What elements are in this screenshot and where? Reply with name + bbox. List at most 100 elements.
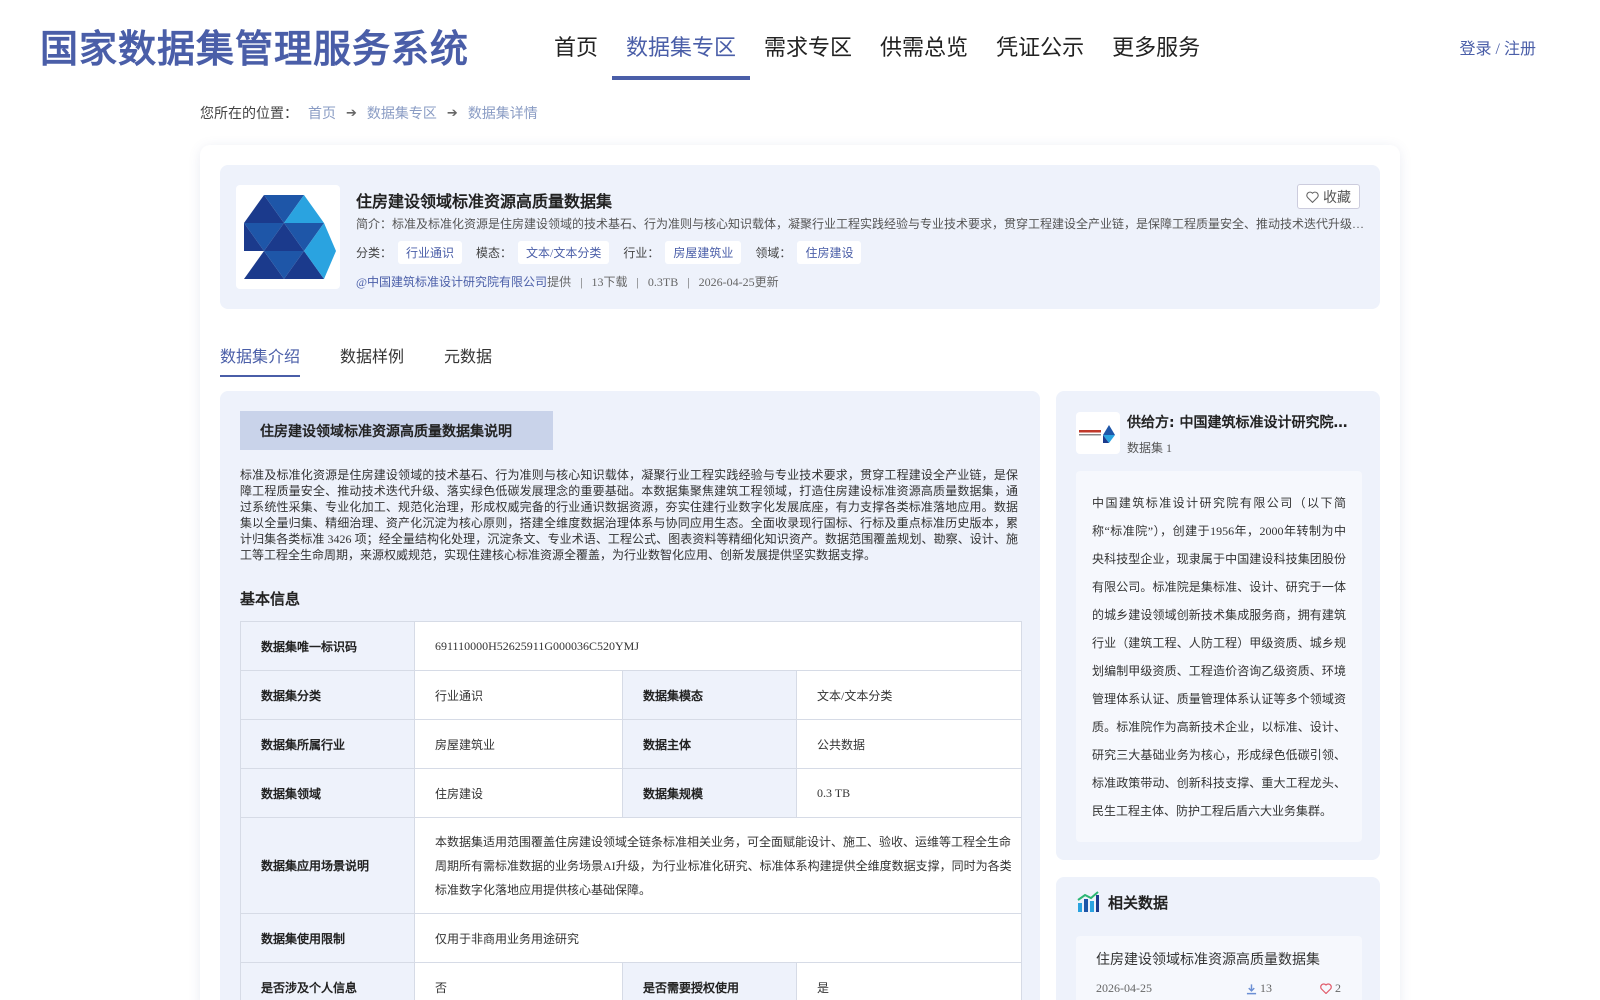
related-item[interactable]: 住房建设领域标准资源高质量数据集 2026-04-25 13 2 bbox=[1076, 936, 1362, 1000]
triangle-logo-icon bbox=[244, 195, 336, 279]
related-like-count: 2 bbox=[1335, 981, 1341, 995]
dataset-summary: 住房建设领域标准资源高质量数据集 简介：标准及标准化资源是住房建设领域的技术基石… bbox=[220, 165, 1380, 309]
main-nav: 首页 数据集专区 需求专区 供需总览 凭证公示 更多服务 bbox=[540, 26, 1214, 80]
field-label: 数据集规模 bbox=[622, 768, 797, 818]
section-title: 住房建设领域标准资源高质量数据集说明 bbox=[240, 411, 553, 450]
field-label: 是否涉及个人信息 bbox=[240, 962, 415, 1000]
field-value: 仅用于非商用业务用途研究 bbox=[414, 913, 1022, 963]
nav-certificates[interactable]: 凭证公示 bbox=[982, 26, 1098, 80]
field-label: 数据集所属行业 bbox=[240, 719, 415, 769]
provider-name[interactable]: 供给方: 中国建筑标准设计研究院有限公司 bbox=[1127, 412, 1361, 432]
related-title: 相关数据 bbox=[1108, 893, 1169, 912]
table-row: 数据集领域 住房建设 数据集规模 0.3 TB bbox=[240, 768, 1022, 818]
favorite-button[interactable]: 收藏 bbox=[1297, 184, 1360, 209]
field-label: 数据集应用场景说明 bbox=[240, 817, 415, 914]
nav-more-services[interactable]: 更多服务 bbox=[1098, 26, 1214, 80]
nav-home[interactable]: 首页 bbox=[540, 26, 612, 80]
related-download-count: 13 bbox=[1260, 981, 1272, 995]
introduction-text: 标准及标准化资源是住房建设领域的技术基石、行为准则与核心知识载体，凝聚行业工程实… bbox=[240, 468, 1018, 562]
site-title[interactable]: 国家数据集管理服务系统 bbox=[40, 18, 469, 73]
nav-overview[interactable]: 供需总览 bbox=[866, 26, 982, 80]
table-row: 数据集所属行业 房屋建筑业 数据主体 公共数据 bbox=[240, 719, 1022, 769]
related-data-card: 相关数据 住房建设领域标准资源高质量数据集 2026-04-25 13 2 bbox=[1056, 877, 1380, 1000]
heart-icon bbox=[1306, 191, 1319, 203]
update-date: 2026-04-25更新 bbox=[698, 275, 779, 289]
introduction-panel: 住房建设领域标准资源高质量数据集说明 标准及标准化资源是住房建设领域的技术基石、… bbox=[220, 391, 1040, 1000]
provider-link[interactable]: @中国建筑标准设计研究院有限公司 bbox=[356, 275, 547, 289]
field-label: 数据集使用限制 bbox=[240, 913, 415, 963]
field-value: 本数据集适用范围覆盖住房建设领域全链条标准相关业务，可全面赋能设计、施工、验收、… bbox=[414, 817, 1022, 914]
tag-label-category: 分类： bbox=[356, 246, 393, 260]
tag-domain[interactable]: 住房建设 bbox=[797, 241, 862, 264]
download-icon bbox=[1246, 983, 1257, 994]
field-label: 是否需要授权使用 bbox=[622, 962, 797, 1000]
breadcrumb: 您所在的位置： 首页 ➔ 数据集专区 ➔ 数据集详情 bbox=[200, 103, 538, 123]
tag-label-modality: 模态： bbox=[476, 246, 513, 260]
related-item-likes: 2 bbox=[1320, 981, 1341, 996]
related-item-downloads: 13 bbox=[1246, 981, 1272, 996]
tab-samples[interactable]: 数据样例 bbox=[340, 343, 404, 377]
dataset-tags: 分类： 行业通识 模态： 文本/文本分类 行业： 房屋建筑业 领域： 住房建设 bbox=[356, 241, 869, 264]
site-header: 国家数据集管理服务系统 首页 数据集专区 需求专区 供需总览 凭证公示 更多服务… bbox=[0, 0, 1600, 90]
favorite-label: 收藏 bbox=[1323, 190, 1351, 206]
bar-chart-icon bbox=[1077, 891, 1099, 912]
related-header: 相关数据 bbox=[1076, 890, 1168, 914]
basic-info-table: 数据集唯一标识码 691110000H52625911G000036C520YM… bbox=[240, 621, 1022, 1000]
tag-category[interactable]: 行业通识 bbox=[398, 241, 463, 264]
field-label: 数据集模态 bbox=[622, 670, 797, 720]
breadcrumb-home[interactable]: 首页 bbox=[308, 103, 336, 123]
arrow-right-icon: ➔ bbox=[346, 105, 357, 121]
provider-logo[interactable] bbox=[1076, 412, 1120, 454]
dataset-size: 0.3TB bbox=[647, 275, 679, 289]
field-value: 住房建设 bbox=[414, 768, 623, 818]
dataset-meta: @中国建筑标准设计研究院有限公司提供 | 13下载 | 0.3TB | 2026… bbox=[356, 273, 779, 290]
table-row: 数据集应用场景说明 本数据集适用范围覆盖住房建设领域全链条标准相关业务，可全面赋… bbox=[240, 817, 1022, 914]
related-item-title[interactable]: 住房建设领域标准资源高质量数据集 bbox=[1096, 949, 1320, 969]
field-value: 公共数据 bbox=[796, 719, 1022, 769]
table-row: 是否涉及个人信息 否 是否需要授权使用 是 bbox=[240, 962, 1022, 1000]
provider-card: 供给方: 中国建筑标准设计研究院有限公司 数据集 1 中国建筑标准设计研究院有限… bbox=[1056, 391, 1380, 860]
breadcrumb-datasets[interactable]: 数据集专区 bbox=[367, 103, 437, 123]
tag-industry[interactable]: 房屋建筑业 bbox=[665, 241, 742, 264]
provider-description: 中国建筑标准设计研究院有限公司（以下简称“标准院”），创建于1956年，2000… bbox=[1076, 471, 1362, 842]
dataset-title: 住房建设领域标准资源高质量数据集 bbox=[356, 194, 613, 211]
field-value: 0.3 TB bbox=[796, 768, 1022, 818]
field-label: 数据主体 bbox=[622, 719, 797, 769]
arrow-right-icon: ➔ bbox=[446, 105, 458, 121]
related-item-date: 2026-04-25 bbox=[1096, 981, 1152, 995]
dataset-logo bbox=[236, 185, 340, 289]
field-value: 行业通识 bbox=[414, 670, 623, 720]
login-link[interactable]: 登录 bbox=[1460, 41, 1492, 58]
provider-logo-icon bbox=[1079, 425, 1115, 443]
basic-info-title: 基本信息 bbox=[240, 590, 301, 608]
provider-dataset-count: 数据集 1 bbox=[1127, 441, 1173, 455]
nav-datasets[interactable]: 数据集专区 bbox=[612, 26, 751, 80]
field-label: 数据集领域 bbox=[240, 768, 415, 818]
meta-separator: | bbox=[636, 275, 639, 289]
nav-demands[interactable]: 需求专区 bbox=[750, 26, 866, 80]
field-value: 691110000H52625911G000036C520YMJ bbox=[414, 621, 1022, 671]
meta-separator: | bbox=[580, 275, 583, 289]
table-row: 数据集使用限制 仅用于非商用业务用途研究 bbox=[240, 913, 1022, 963]
register-link[interactable]: 注册 bbox=[1504, 41, 1536, 58]
breadcrumb-current: 数据集详情 bbox=[467, 107, 538, 122]
table-row: 数据集分类 行业通识 数据集模态 文本/文本分类 bbox=[240, 670, 1022, 720]
field-value: 是 bbox=[796, 962, 1022, 1000]
tag-modality[interactable]: 文本/文本分类 bbox=[518, 241, 610, 264]
tab-metadata[interactable]: 元数据 bbox=[444, 343, 492, 377]
meta-separator: | bbox=[687, 275, 690, 289]
dataset-summary-text: 简介：标准及标准化资源是住房建设领域的技术基石、行为准则与核心知识载体，凝聚行业… bbox=[356, 217, 1366, 231]
field-value: 房屋建筑业 bbox=[414, 719, 623, 769]
auth-links: 登录 / 注册 bbox=[1460, 35, 1536, 59]
tab-introduction[interactable]: 数据集介绍 bbox=[220, 343, 301, 377]
provided-suffix: 提供 bbox=[547, 275, 572, 289]
field-value: 文本/文本分类 bbox=[796, 670, 1022, 720]
breadcrumb-prefix: 您所在的位置： bbox=[200, 107, 298, 122]
detail-tabs: 数据集介绍 数据样例 元数据 bbox=[220, 343, 492, 377]
download-count: 13下载 bbox=[591, 275, 628, 289]
auth-separator: / bbox=[1491, 41, 1504, 58]
field-value: 否 bbox=[414, 962, 623, 1000]
field-label: 数据集唯一标识码 bbox=[240, 621, 415, 671]
heart-icon bbox=[1320, 983, 1332, 994]
field-label: 数据集分类 bbox=[240, 670, 415, 720]
